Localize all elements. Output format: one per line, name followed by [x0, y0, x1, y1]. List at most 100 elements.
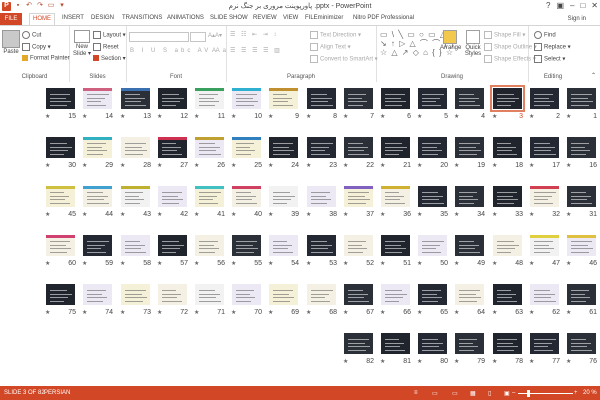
slide-thumbnail[interactable]: [530, 284, 559, 305]
font-color-icon[interactable]: A: [212, 48, 216, 54]
slide-thumbnail[interactable]: [158, 88, 187, 109]
slide-sorter-icon[interactable]: ▦: [470, 390, 476, 397]
tab-review[interactable]: REVIEW: [253, 15, 277, 21]
slide-thumbnail[interactable]: [121, 88, 150, 109]
notes-icon[interactable]: ≡: [414, 390, 418, 396]
grow-font-icon[interactable]: A▴A▾: [208, 32, 222, 39]
comments-icon[interactable]: ▭: [432, 390, 438, 397]
copy-button[interactable]: Copy ▾: [22, 43, 51, 51]
slide-thumbnail[interactable]: [381, 186, 410, 207]
zoom-in-icon[interactable]: +: [574, 390, 578, 396]
section-button[interactable]: Section ▾: [93, 55, 126, 62]
slide-thumbnail[interactable]: [418, 137, 447, 158]
slide-thumbnail[interactable]: [121, 235, 150, 256]
slide-thumbnail[interactable]: [530, 235, 559, 256]
zoom-out-icon[interactable]: –: [512, 390, 515, 396]
collapse-ribbon-icon[interactable]: ⌃: [591, 72, 596, 79]
tab-nitro-pdf[interactable]: Nitro PDF Professional: [353, 15, 414, 21]
slide-thumbnail[interactable]: [381, 235, 410, 256]
normal-view-icon[interactable]: ▭: [452, 390, 458, 397]
slide-thumbnail[interactable]: [567, 333, 596, 354]
slide-thumbnail[interactable]: [158, 186, 187, 207]
slide-thumbnail[interactable]: [381, 284, 410, 305]
slide-thumbnail[interactable]: [455, 137, 484, 158]
slide-thumbnail[interactable]: [530, 186, 559, 207]
slide-thumbnail[interactable]: [493, 284, 522, 305]
slide-thumbnail[interactable]: [455, 333, 484, 354]
slide-thumbnail[interactable]: [307, 284, 336, 305]
slide-thumbnail[interactable]: [381, 88, 410, 109]
arrange-button[interactable]: Arrange: [440, 30, 461, 51]
shape-fill-button[interactable]: Shape Fill ▾: [484, 31, 525, 39]
slide-thumbnail[interactable]: [195, 186, 224, 207]
slide-thumbnail[interactable]: [455, 284, 484, 305]
slide-thumbnail[interactable]: [344, 235, 373, 256]
slide-thumbnail[interactable]: [493, 333, 522, 354]
ribbon-display-icon[interactable]: ▣: [556, 1, 564, 10]
slide-thumbnail[interactable]: [83, 284, 112, 305]
tab-design[interactable]: DESIGN: [91, 15, 114, 21]
slide-thumbnail[interactable]: [46, 284, 75, 305]
slide-thumbnail[interactable]: [195, 235, 224, 256]
align-text-button[interactable]: Align Text ▾: [310, 43, 351, 51]
slide-thumbnail[interactable]: [344, 137, 373, 158]
slide-thumbnail[interactable]: [232, 137, 261, 158]
tab-view[interactable]: VIEW: [283, 15, 298, 21]
slide-thumbnail[interactable]: [46, 88, 75, 109]
layout-button[interactable]: Layout ▾: [93, 31, 126, 39]
slide-thumbnail[interactable]: [195, 284, 224, 305]
slide-thumbnail[interactable]: [381, 137, 410, 158]
tab-fileminimizer[interactable]: FILEminimizer: [305, 15, 343, 21]
slide-thumbnail[interactable]: [83, 137, 112, 158]
slide-thumbnail[interactable]: [567, 186, 596, 207]
slide-thumbnail[interactable]: [269, 186, 298, 207]
slide-thumbnail[interactable]: [232, 235, 261, 256]
slide-thumbnail[interactable]: [269, 88, 298, 109]
slide-thumbnail[interactable]: [195, 137, 224, 158]
minimize-icon[interactable]: –: [570, 1, 574, 10]
slide-thumbnail[interactable]: [567, 88, 596, 109]
slide-thumbnail[interactable]: [232, 88, 261, 109]
slide-thumbnail[interactable]: [121, 137, 150, 158]
slide-thumbnail[interactable]: [493, 186, 522, 207]
slide-thumbnail[interactable]: [344, 284, 373, 305]
paste-button[interactable]: Paste: [2, 30, 20, 55]
cut-button[interactable]: Cut: [22, 31, 41, 39]
slide-thumbnail[interactable]: [493, 235, 522, 256]
reading-view-icon[interactable]: ▯: [488, 390, 491, 397]
reset-button[interactable]: Reset: [93, 43, 119, 51]
slide-thumbnail[interactable]: [46, 186, 75, 207]
slide-thumbnail[interactable]: [344, 88, 373, 109]
slide-thumbnail[interactable]: [530, 137, 559, 158]
slide-thumbnail[interactable]: [418, 333, 447, 354]
maximize-icon[interactable]: □: [580, 1, 585, 10]
tab-file[interactable]: FILE: [0, 13, 22, 25]
font-size-dropdown[interactable]: [190, 32, 206, 42]
slide-thumbnail[interactable]: [269, 137, 298, 158]
font-name-dropdown[interactable]: [129, 32, 189, 42]
slide-thumbnail[interactable]: [418, 88, 447, 109]
slide-thumbnail[interactable]: [530, 333, 559, 354]
slide-thumbnail[interactable]: [307, 137, 336, 158]
list-buttons[interactable]: ☰ ☷ ⇤ ⇥ ↕: [230, 31, 278, 38]
slide-thumbnail[interactable]: [344, 186, 373, 207]
help-icon[interactable]: ?: [546, 1, 550, 10]
tab-slide-show[interactable]: SLIDE SHOW: [210, 15, 248, 21]
slide-thumbnail[interactable]: [307, 235, 336, 256]
slide-thumbnail[interactable]: [46, 235, 75, 256]
slide-thumbnail[interactable]: [83, 235, 112, 256]
language-status[interactable]: PERSIAN: [44, 390, 70, 396]
slide-thumbnail[interactable]: [530, 88, 559, 109]
format-painter-button[interactable]: Format Painter: [22, 55, 70, 62]
slide-thumbnail[interactable]: [195, 88, 224, 109]
slide-thumbnail[interactable]: [418, 284, 447, 305]
slide-thumbnail[interactable]: [381, 333, 410, 354]
slide-thumbnail[interactable]: [455, 235, 484, 256]
align-buttons[interactable]: ☰ ☰ ☰ ☰ ▥: [230, 47, 282, 54]
slide-thumbnail[interactable]: [567, 284, 596, 305]
slide-thumbnail[interactable]: [490, 85, 525, 112]
slide-thumbnail[interactable]: [232, 186, 261, 207]
text-direction-button[interactable]: Text Direction ▾: [310, 31, 361, 39]
convert-smartart-button[interactable]: Convert to SmartArt ▾: [310, 55, 378, 63]
zoom-level[interactable]: 20 %: [583, 390, 597, 396]
